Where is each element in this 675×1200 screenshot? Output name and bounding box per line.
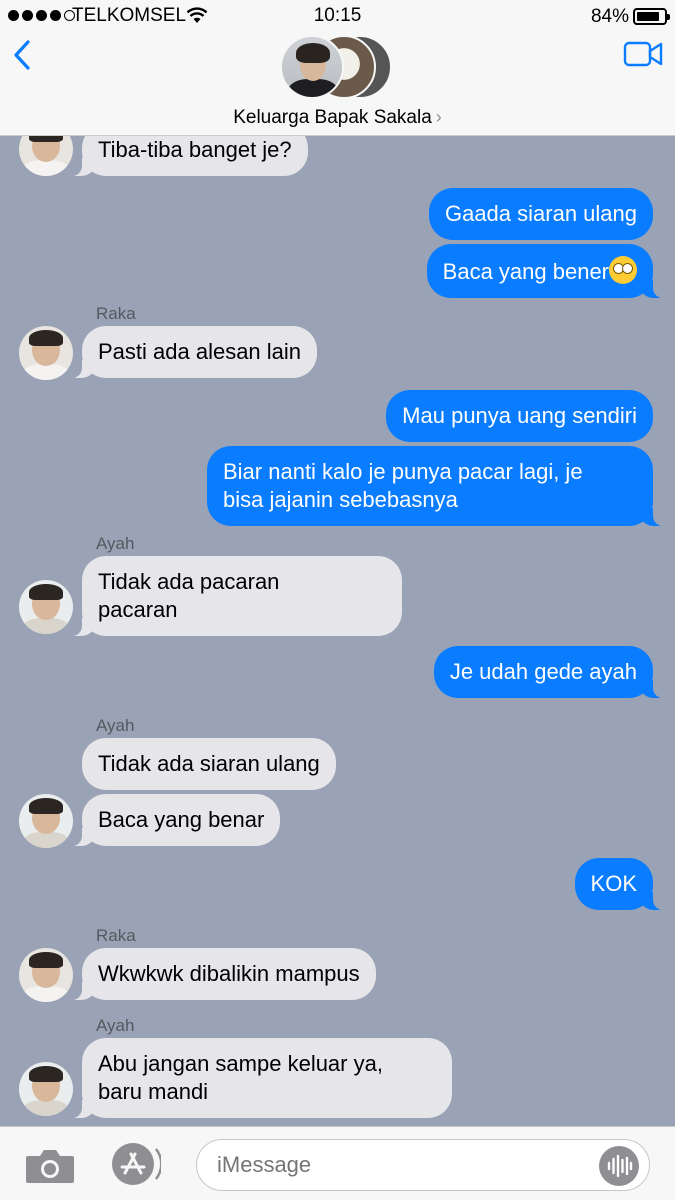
clock: 10:15 bbox=[313, 5, 362, 26]
message-line: baru mandi bbox=[98, 1079, 209, 1104]
outgoing-message-bubble[interactable]: KOK bbox=[574, 858, 664, 910]
sender-name: Ayah bbox=[96, 716, 135, 735]
incoming-message-bubble[interactable]: Pasti ada alesan lain bbox=[71, 326, 318, 378]
message-line: Biar nanti kalo je punya pacar lagi, je bbox=[223, 459, 583, 484]
incoming-message-bubble[interactable]: Tidak ada pacaran pacaran bbox=[72, 556, 402, 636]
message-thread[interactable]: Tiba-tiba banget je? Gaada siaran ulang … bbox=[0, 136, 675, 1126]
avatar bbox=[19, 1062, 73, 1116]
outgoing-message-bubble[interactable]: Mau punya uang sendiri bbox=[386, 390, 653, 442]
chevron-left-icon[interactable] bbox=[10, 38, 34, 72]
video-camera-icon[interactable] bbox=[623, 40, 663, 68]
avatar bbox=[19, 326, 73, 380]
outgoing-message-bubble[interactable]: Je udah gede ayah bbox=[433, 646, 664, 698]
message-line: pacaran bbox=[98, 597, 178, 622]
avatar bbox=[19, 948, 73, 1002]
group-avatar-stack[interactable] bbox=[280, 35, 396, 101]
sender-name: Ayah bbox=[96, 534, 135, 553]
outgoing-message-bubble[interactable]: Biar nanti kalo je punya pacar lagi, je … bbox=[207, 446, 663, 526]
sender-name: Ayah bbox=[96, 1016, 135, 1035]
avatar bbox=[19, 794, 73, 848]
sender-name: Raka bbox=[96, 926, 136, 945]
avatar bbox=[19, 580, 73, 634]
incoming-message-bubble[interactable]: Abu jangan sampe keluar ya, baru mandi bbox=[72, 1038, 452, 1118]
outgoing-message-bubble[interactable]: Baca yang bener bbox=[426, 244, 664, 298]
incoming-message-bubble[interactable]: Wkwkwk dibalikin mampus bbox=[72, 948, 376, 1000]
conversation-header: TELKOMSEL 10:15 84% Keluarga Bapak Sakal… bbox=[0, 0, 675, 136]
message-composer bbox=[0, 1126, 675, 1200]
chevron-right-icon: › bbox=[435, 107, 442, 127]
audio-waveform-icon[interactable] bbox=[599, 1146, 639, 1186]
battery-level-fill bbox=[637, 12, 659, 21]
sender-name: Raka bbox=[96, 304, 136, 323]
incoming-message-bubble[interactable]: Baca yang benar bbox=[71, 794, 281, 846]
group-name-button[interactable]: Keluarga Bapak Sakala › bbox=[0, 107, 675, 129]
eye-roll-emoji-icon bbox=[609, 256, 637, 284]
message-line: Abu jangan sampe keluar ya, bbox=[98, 1051, 383, 1076]
battery-percentage: 84% bbox=[590, 6, 629, 27]
message-line: bisa jajanin sebebasnya bbox=[223, 487, 458, 512]
incoming-message-bubble[interactable]: Tiba-tiba banget je? bbox=[72, 136, 308, 176]
avatar bbox=[19, 136, 73, 176]
app-store-icon[interactable] bbox=[107, 1141, 161, 1187]
message-line: Tidak ada pacaran bbox=[98, 569, 280, 594]
status-bar: TELKOMSEL 10:15 84% bbox=[0, 0, 675, 34]
camera-icon[interactable] bbox=[24, 1147, 76, 1185]
incoming-message-bubble[interactable]: Tidak ada siaran ulang bbox=[82, 738, 336, 790]
outgoing-message-bubble[interactable]: Gaada siaran ulang bbox=[428, 188, 653, 240]
battery-icon bbox=[633, 8, 670, 25]
message-input[interactable] bbox=[196, 1139, 650, 1191]
group-name: Keluarga Bapak Sakala bbox=[233, 107, 432, 128]
message-text: Baca yang bener bbox=[442, 259, 609, 284]
avatar bbox=[280, 35, 344, 99]
